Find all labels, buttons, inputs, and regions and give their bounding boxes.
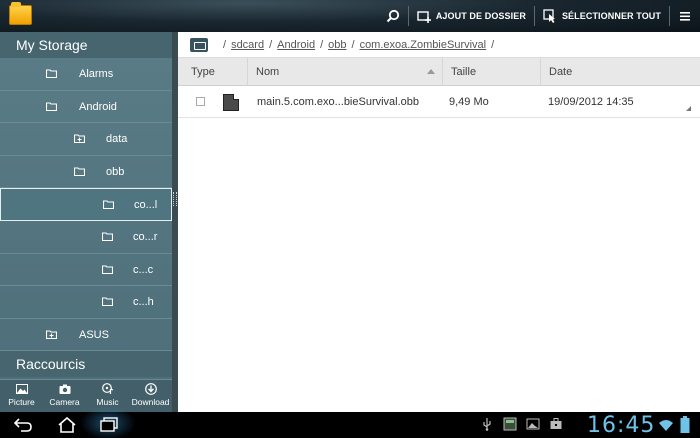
table-header: Type Nom Taille Date xyxy=(178,57,700,86)
column-header-nom-label: Nom xyxy=(256,65,280,78)
search-icon xyxy=(386,9,399,23)
top-actions: AJOUT DE DOSSIER SÉLECTIONNER TOUT xyxy=(378,0,700,32)
file-size: 9,49 Mo xyxy=(449,96,489,108)
row-context-corner-icon[interactable] xyxy=(686,106,691,111)
folder-icon xyxy=(46,102,57,111)
select-all-label: SÉLECTIONNER TOUT xyxy=(561,11,661,21)
sort-ascending-icon xyxy=(427,68,435,74)
file-manager-app-icon[interactable] xyxy=(9,2,32,25)
row-checkbox[interactable] xyxy=(196,97,205,106)
shortcuts-title: Raccourcis xyxy=(0,351,172,378)
table-row[interactable]: main.5.com.exo...bieSurvival.obb 9,49 Mo… xyxy=(178,86,700,118)
file-name: main.5.com.exo...bieSurvival.obb xyxy=(257,96,420,108)
file-date: 19/09/2012 14:35 xyxy=(548,96,634,108)
status-icons xyxy=(480,417,572,431)
sidebar-folder-label: ASUS xyxy=(79,328,109,341)
breadcrumb-obb[interactable]: obb xyxy=(328,39,346,51)
folder-icon xyxy=(102,297,113,307)
folder-plus-icon xyxy=(74,134,85,144)
action-bar: AJOUT DE DOSSIER SÉLECTIONNER TOUT xyxy=(0,0,700,32)
picture-shortcut-label: Picture xyxy=(8,397,35,407)
folder-icon xyxy=(102,232,113,241)
system-navigation-bar: 16:45 xyxy=(0,406,700,438)
sidebar-folder-label: co...r xyxy=(133,230,158,243)
file-icon xyxy=(223,94,239,111)
download-shortcut-label: Download xyxy=(131,397,170,407)
sidebar-folder-label: c...c xyxy=(133,263,154,276)
add-folder-label: AJOUT DE DOSSIER xyxy=(435,11,526,21)
sidebar-folder-label: co...l xyxy=(134,199,158,212)
column-header-date[interactable]: Date xyxy=(541,58,700,86)
column-header-type[interactable]: Type xyxy=(178,57,248,86)
picture-shortcut[interactable]: Picture xyxy=(0,380,43,412)
recent-apps-icon[interactable] xyxy=(98,416,120,434)
sidebar-folder-item[interactable]: co...l xyxy=(0,188,172,221)
sidebar-folder-item[interactable]: Alarms xyxy=(0,58,172,91)
breadcrumb-separator: / xyxy=(351,38,355,51)
folder-icon xyxy=(102,265,113,274)
add-folder-icon xyxy=(417,11,431,23)
folder-icon xyxy=(46,69,57,78)
sidebar-folder-label: data xyxy=(106,133,128,146)
breadcrumb-separator: / xyxy=(491,38,495,51)
camera-icon xyxy=(59,384,70,394)
sidebar-folder-item[interactable]: co...r xyxy=(0,221,172,254)
usb-icon[interactable] xyxy=(480,417,494,431)
select-all-button[interactable]: SÉLECTIONNER TOUT xyxy=(535,0,669,32)
sidebar-folder-item[interactable]: c...h xyxy=(0,286,172,319)
home-icon[interactable] xyxy=(56,416,78,434)
breadcrumb-sdcard[interactable]: sdcard xyxy=(231,39,264,51)
breadcrumb-android[interactable]: Android xyxy=(277,39,315,51)
sidebar-folder-item[interactable]: c...c xyxy=(0,254,172,287)
breadcrumb-separator: / xyxy=(269,38,273,51)
music-icon xyxy=(101,383,113,394)
folder-icon xyxy=(103,200,114,210)
wifi-icon[interactable] xyxy=(658,418,674,432)
sidebar-folder-item[interactable]: Android xyxy=(0,91,172,124)
breadcrumb-separator: / xyxy=(320,38,324,51)
screenshot-icon[interactable] xyxy=(503,417,517,431)
picture-icon xyxy=(15,384,28,394)
folder-tree: Alarms Android data obb co...l co...r c...c c..… xyxy=(0,58,172,352)
column-header-nom[interactable]: Nom xyxy=(248,57,443,86)
back-icon[interactable] xyxy=(12,416,34,434)
select-all-icon xyxy=(543,9,555,23)
my-storage-title: My Storage xyxy=(0,32,172,58)
sidebar-folder-label: Android xyxy=(79,100,117,113)
storage-sidebar: My Storage Alarms Android data obb co...l co.… xyxy=(0,32,172,412)
column-header-taille[interactable]: Taille xyxy=(443,57,541,86)
download-icon xyxy=(144,383,157,395)
search-button[interactable] xyxy=(378,0,408,32)
overflow-menu-icon xyxy=(680,12,690,21)
sidebar-folder-item[interactable]: ASUS xyxy=(0,319,172,352)
breadcrumb: / sdcard / Android / obb / com.exoa.Zomb… xyxy=(178,32,700,58)
splitter-grip[interactable] xyxy=(173,192,177,206)
sidebar-folder-item[interactable]: obb xyxy=(0,156,172,189)
sidebar-folder-label: c...h xyxy=(133,296,154,309)
sidebar-folder-item[interactable]: data xyxy=(0,123,172,156)
sidebar-folder-label: obb xyxy=(106,165,125,178)
add-folder-button[interactable]: AJOUT DE DOSSIER xyxy=(409,0,534,32)
image-icon[interactable] xyxy=(526,417,540,431)
briefcase-icon[interactable] xyxy=(549,417,563,431)
battery-icon[interactable] xyxy=(680,416,690,434)
folder-plus-icon xyxy=(46,330,57,339)
file-list-pane: / sdcard / Android / obb / com.exoa.Zomb… xyxy=(178,32,700,412)
folder-icon xyxy=(74,167,85,176)
overflow-menu-button[interactable] xyxy=(670,0,700,32)
breadcrumb-current-folder[interactable]: com.exoa.ZombieSurvival xyxy=(360,39,487,51)
camera-shortcut-label: Camera xyxy=(49,397,80,407)
storage-icon[interactable] xyxy=(190,37,208,52)
clock[interactable]: 16:45 xyxy=(587,413,655,438)
sidebar-folder-label: Alarms xyxy=(79,68,114,80)
breadcrumb-separator: / xyxy=(223,38,227,51)
